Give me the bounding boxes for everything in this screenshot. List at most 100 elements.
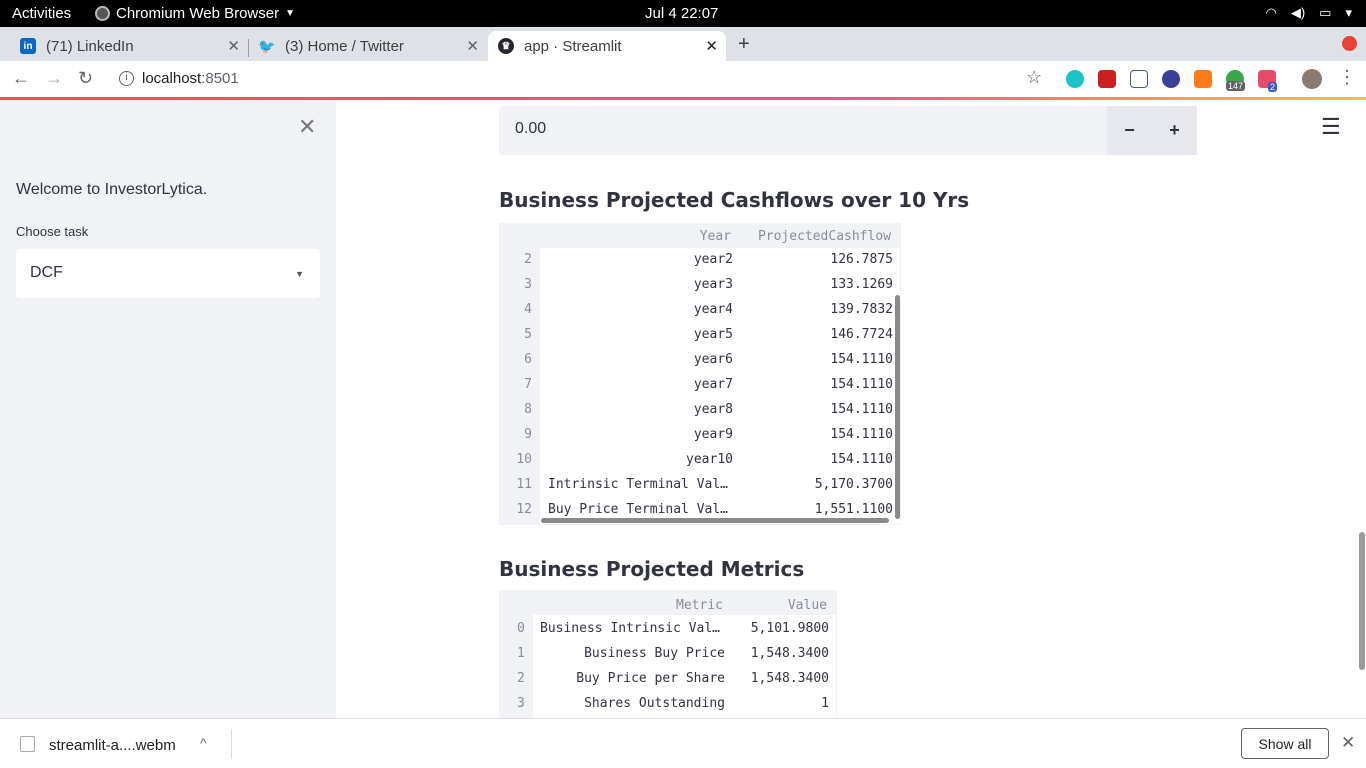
table-row: 3 year3 133.1269 — [500, 273, 900, 298]
cell-year[interactable]: Buy Price Terminal Val… — [548, 502, 728, 517]
volume-icon: ◀) — [1290, 5, 1306, 20]
cell-projected-cashflow[interactable]: 1,551.1100 — [815, 502, 893, 517]
tab-streamlit[interactable]: ♛ app · Streamlit ✕ — [488, 31, 726, 61]
wifi-icon: ◠ — [1265, 5, 1277, 20]
bookmark-star-icon[interactable]: ☆ — [1026, 67, 1042, 88]
close-sidebar-icon[interactable]: ✕ — [298, 114, 316, 140]
profile-avatar[interactable] — [1302, 69, 1322, 89]
column-header-value[interactable]: Value — [788, 598, 827, 613]
tab-title: app · Streamlit — [524, 37, 622, 55]
cell-projected-cashflow[interactable]: 5,170.3700 — [815, 477, 893, 492]
row-index: 1 — [517, 646, 525, 661]
cell-year[interactable]: year9 — [694, 427, 733, 442]
cell-year[interactable]: year7 — [694, 377, 733, 392]
cell-projected-cashflow[interactable]: 146.7724 — [830, 327, 893, 342]
cell-value[interactable]: 1,548.3400 — [751, 646, 829, 661]
column-header-year[interactable]: Year — [700, 229, 731, 244]
vertical-scrollbar[interactable] — [895, 295, 900, 519]
cell-year[interactable]: year10 — [686, 452, 733, 467]
number-input[interactable]: 0.00 − + — [499, 106, 1197, 155]
cell-year[interactable]: year5 — [694, 327, 733, 342]
cell-value[interactable]: 5,101.9800 — [751, 621, 829, 636]
cell-projected-cashflow[interactable]: 139.7832 — [830, 302, 893, 317]
app-menu-label: Chromium Web Browser — [116, 5, 280, 22]
number-input-value[interactable]: 0.00 — [515, 120, 546, 138]
cell-projected-cashflow[interactable]: 133.1269 — [830, 277, 893, 292]
row-index: 3 — [517, 696, 525, 711]
increment-button[interactable]: + — [1152, 106, 1197, 155]
metrics-table[interactable]: Metric Value 0 Business Intrinsic Val… 5,1… — [499, 590, 837, 718]
streamlit-icon: ♛ — [498, 38, 514, 54]
extension-orange-icon[interactable] — [1194, 70, 1212, 88]
cell-year[interactable]: year3 — [694, 277, 733, 292]
close-tab-icon[interactable]: ✕ — [466, 37, 479, 55]
cell-metric[interactable]: Shares Outstanding — [584, 696, 725, 711]
browser-menu-icon[interactable]: ⋮ — [1338, 67, 1356, 88]
close-tab-icon[interactable]: ✕ — [705, 37, 718, 55]
address-bar[interactable]: localhost:8501 — [142, 70, 239, 87]
row-index: 6 — [524, 352, 532, 367]
table-row: 0 Business Intrinsic Val… 5,101.9800 — [500, 617, 836, 642]
column-header-metric[interactable]: Metric — [676, 598, 723, 613]
extension-chat-icon[interactable] — [1066, 70, 1084, 88]
chevron-up-icon[interactable]: ^ — [200, 735, 207, 751]
cell-year[interactable]: Intrinsic Terminal Val… — [548, 477, 728, 492]
power-menu-icon: ▾ — [1345, 5, 1352, 20]
extension-badge: 2 — [1268, 82, 1278, 92]
cell-projected-cashflow[interactable]: 154.1110 — [830, 352, 893, 367]
cell-projected-cashflow[interactable]: 154.1110 — [830, 427, 893, 442]
extension-badge: 147 — [1226, 81, 1246, 91]
show-all-button[interactable]: Show all — [1241, 728, 1329, 759]
decrement-button[interactable]: − — [1107, 106, 1152, 155]
cashflow-table[interactable]: Year ProjectedCashflow 2 year2 126.7875 3 ye… — [499, 223, 901, 525]
cell-projected-cashflow[interactable]: 154.1110 — [830, 402, 893, 417]
cell-metric[interactable]: Business Intrinsic Val… — [540, 621, 720, 636]
task-select-value: DCF — [30, 264, 63, 281]
back-icon[interactable]: ← — [12, 68, 30, 89]
cell-year[interactable]: year4 — [694, 302, 733, 317]
app-menu[interactable]: Chromium Web Browser ▼ — [95, 5, 295, 22]
extension-upload-icon[interactable] — [1130, 70, 1148, 88]
linkedin-icon: in — [20, 38, 36, 54]
table-header — [500, 591, 836, 615]
cell-value[interactable]: 1,548.3400 — [751, 671, 829, 686]
system-tray[interactable]: ◠ ◀) ▭ ▾ — [1266, 5, 1353, 21]
table-row: 6 year6 154.1110 — [500, 348, 900, 373]
row-index: 2 — [524, 252, 532, 267]
forward-icon[interactable]: → — [45, 68, 63, 89]
tab-title: (71) LinkedIn — [46, 37, 134, 55]
extension-f-icon[interactable] — [1162, 70, 1180, 88]
site-info-icon[interactable]: i — [119, 71, 134, 86]
download-filename[interactable]: streamlit-a....webm — [49, 737, 176, 754]
tab-linkedin[interactable]: in (71) LinkedIn ✕ — [10, 31, 248, 61]
cell-year[interactable]: year8 — [694, 402, 733, 417]
extension-pdf-icon[interactable] — [1098, 70, 1116, 88]
cell-metric[interactable]: Buy Price per Share — [576, 671, 725, 686]
activities-button[interactable]: Activities — [12, 5, 71, 22]
cell-value[interactable]: 1 — [821, 696, 829, 711]
cell-projected-cashflow[interactable]: 126.7875 — [830, 252, 893, 267]
column-header-projected-cashflow[interactable]: ProjectedCashflow — [758, 229, 891, 244]
horizontal-scrollbar[interactable] — [541, 518, 889, 523]
row-index: 2 — [517, 671, 525, 686]
cell-projected-cashflow[interactable]: 154.1110 — [830, 452, 893, 467]
cell-year[interactable]: year2 — [694, 252, 733, 267]
row-index: 12 — [516, 502, 532, 517]
welcome-text: Welcome to InvestorLytica. — [16, 181, 208, 198]
task-select[interactable]: DCF ▼ — [16, 249, 320, 298]
cell-projected-cashflow[interactable]: 154.1110 — [830, 377, 893, 392]
close-tab-icon[interactable]: ✕ — [227, 37, 240, 55]
cell-year[interactable]: year6 — [694, 352, 733, 367]
cell-metric[interactable]: Business Buy Price — [584, 646, 725, 661]
tab-twitter[interactable]: 🐦 (3) Home / Twitter ✕ — [249, 31, 487, 61]
reload-icon[interactable]: ↻ — [78, 68, 93, 89]
metrics-heading: Business Projected Metrics — [499, 557, 805, 581]
battery-icon: ▭ — [1319, 5, 1332, 20]
caret-down-icon: ▼ — [285, 8, 296, 19]
hamburger-menu-icon[interactable]: ☰ — [1321, 114, 1341, 140]
clock[interactable]: Jul 4 22:07 — [645, 5, 718, 22]
close-icon[interactable]: ✕ — [1341, 733, 1355, 753]
page-scrollbar[interactable] — [1359, 532, 1365, 670]
new-tab-icon[interactable]: + — [738, 33, 750, 56]
row-index: 3 — [524, 277, 532, 292]
